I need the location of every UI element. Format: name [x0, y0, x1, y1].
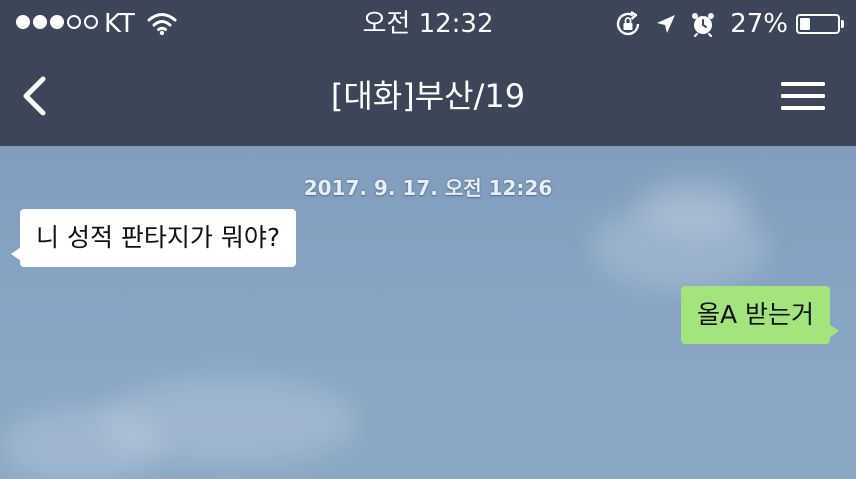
- status-bar: KT 오전 12:32 27%: [0, 0, 856, 48]
- battery-percentage: 27%: [730, 9, 788, 39]
- chat-header: [대화]부산/19: [0, 48, 856, 146]
- message-date-divider: 2017. 9. 17. 오전 12:26: [303, 176, 553, 200]
- status-icons: 27%: [602, 9, 844, 39]
- alarm-icon: [690, 11, 716, 37]
- battery-level-fill: [800, 18, 810, 30]
- chat-room-title: [대화]부산/19: [330, 77, 526, 115]
- orientation-lock-icon: [614, 10, 642, 38]
- battery-icon: [796, 14, 844, 34]
- battery-tip: [841, 20, 844, 28]
- menu-button[interactable]: [780, 76, 826, 116]
- chat-message-area[interactable]: 2017. 9. 17. 오전 12:26 니 성적 판타지가 뭐야? 올A 받…: [0, 146, 856, 479]
- outgoing-message-bubble[interactable]: 올A 받는거: [680, 286, 840, 344]
- hamburger-menu-icon: [781, 82, 825, 110]
- background-cloud: [0, 406, 160, 479]
- location-arrow-icon: [654, 12, 678, 36]
- incoming-message-bubble[interactable]: 니 성적 판타지가 뭐야?: [10, 209, 297, 267]
